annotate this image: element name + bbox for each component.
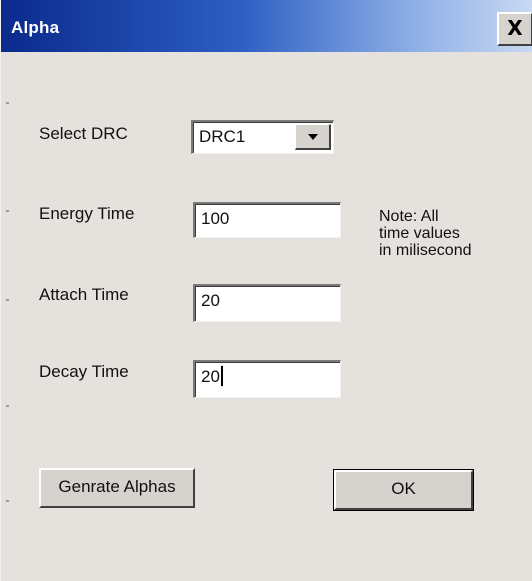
chevron-down-icon bbox=[308, 134, 318, 140]
edge-mark bbox=[6, 500, 9, 502]
dropdown-arrow-button[interactable] bbox=[295, 124, 331, 150]
edge-mark bbox=[6, 102, 9, 104]
edge-mark bbox=[6, 210, 9, 212]
alpha-dialog: Alpha X Select DRC DRC1 Energy Time 100 … bbox=[0, 0, 532, 581]
ok-button[interactable]: OK bbox=[333, 469, 474, 511]
note-line: in milisecond bbox=[379, 242, 472, 259]
generate-alphas-button[interactable]: Genrate Alphas bbox=[39, 468, 195, 508]
energy-time-value: 100 bbox=[201, 209, 230, 228]
text-caret bbox=[220, 366, 223, 386]
energy-time-label: Energy Time bbox=[39, 204, 135, 223]
window-title: Alpha bbox=[11, 18, 60, 37]
note-line: time values bbox=[379, 225, 460, 242]
note-line: Note: All bbox=[379, 208, 439, 225]
close-button[interactable]: X bbox=[497, 12, 532, 46]
edge-mark bbox=[6, 299, 9, 301]
select-drc-value: DRC1 bbox=[199, 127, 246, 146]
attach-time-input[interactable]: 20 bbox=[193, 284, 341, 322]
attach-time-label: Attach Time bbox=[39, 285, 129, 304]
energy-time-input[interactable]: 100 bbox=[193, 202, 341, 238]
decay-time-input[interactable]: 20 bbox=[193, 360, 341, 398]
select-drc-label: Select DRC bbox=[39, 124, 128, 143]
decay-time-value: 20 bbox=[201, 367, 220, 386]
note-text: Note: All time values in milisecond bbox=[379, 208, 519, 259]
attach-time-value: 20 bbox=[201, 291, 220, 310]
decay-time-label: Decay Time bbox=[39, 362, 129, 381]
close-icon: X bbox=[507, 16, 523, 40]
title-bar[interactable]: Alpha X bbox=[1, 0, 532, 52]
select-drc-dropdown[interactable]: DRC1 bbox=[191, 120, 334, 154]
edge-mark bbox=[6, 405, 9, 407]
